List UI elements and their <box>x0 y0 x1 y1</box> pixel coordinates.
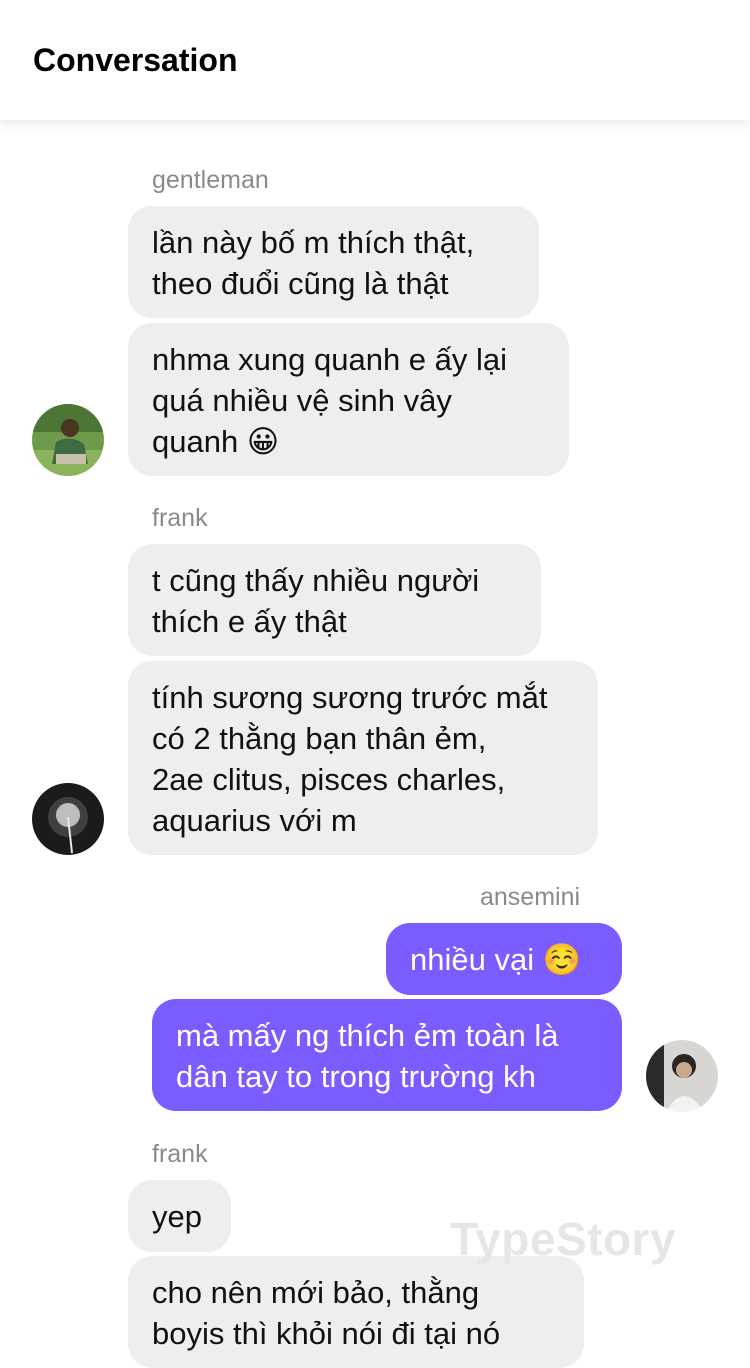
app-header: Conversation <box>0 0 750 120</box>
page-title: Conversation <box>33 42 238 78</box>
avatar-gentleman[interactable] <box>32 404 104 476</box>
sender-name: gentleman <box>152 166 269 194</box>
avatar-photo-icon <box>32 404 104 476</box>
message-bubble[interactable]: tính sương sương trước mắt có 2 thằng bạ… <box>128 661 598 855</box>
watermark-logo: TypeStory <box>450 1213 677 1265</box>
avatar-ansemini[interactable] <box>646 1040 718 1112</box>
sender-name: ansemini <box>480 883 581 911</box>
message-bubble[interactable]: mà mấy ng thích ẻm toàn là dân tay to tr… <box>152 999 622 1111</box>
sender-name: frank <box>152 1140 208 1168</box>
avatar-photo-icon <box>646 1040 718 1112</box>
avatar-frank[interactable] <box>32 783 104 855</box>
message-bubble[interactable]: cho nên mới bảo, thằng boyis thì khỏi nó… <box>128 1256 584 1368</box>
sender-name: frank <box>152 504 208 532</box>
message-bubble[interactable]: lần này bố m thích thật, theo đuổi cũng … <box>128 206 539 318</box>
message-bubble[interactable]: yep <box>128 1180 231 1252</box>
message-bubble[interactable]: nhma xung quanh e ấy lại quá nhiều vệ si… <box>128 323 569 476</box>
message-bubble[interactable]: t cũng thấy nhiều người thích e ấy thật <box>128 544 541 656</box>
avatar-photo-icon <box>32 783 104 855</box>
message-bubble[interactable]: nhiều vại ☺️ <box>386 923 622 995</box>
